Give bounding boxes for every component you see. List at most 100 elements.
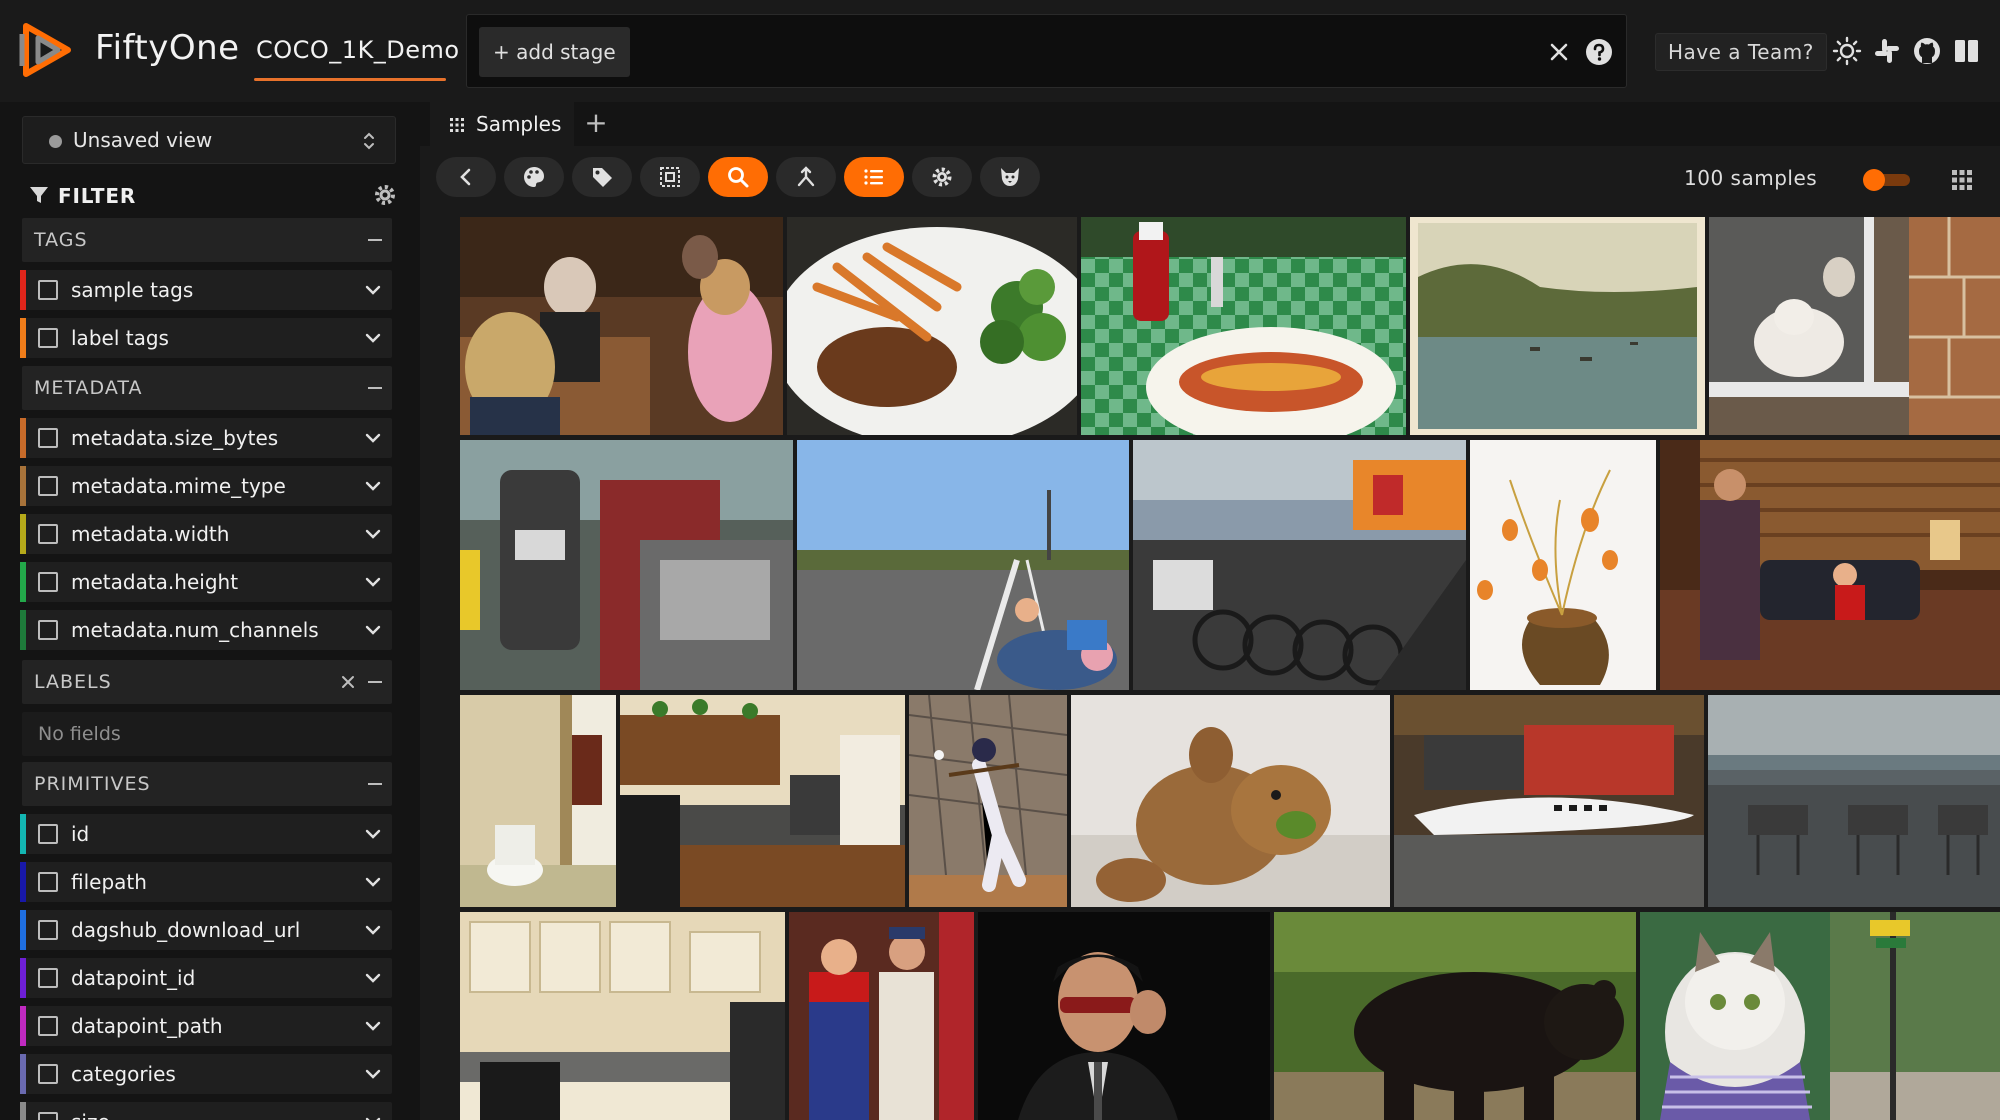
collapse-icon[interactable] (368, 681, 382, 683)
field-checkbox[interactable] (38, 572, 58, 592)
field-checkbox[interactable] (38, 428, 58, 448)
sample-thumbnail[interactable] (1660, 440, 2000, 690)
chevron-down-icon[interactable] (364, 1018, 382, 1032)
field-checkbox[interactable] (38, 524, 58, 544)
chevron-down-icon[interactable] (364, 826, 382, 840)
chevron-down-icon[interactable] (364, 622, 382, 636)
field-row-categories[interactable]: categories (20, 1054, 392, 1094)
github-icon[interactable] (1912, 36, 1942, 66)
tab-samples[interactable]: Samples (430, 102, 574, 146)
sample-thumbnail[interactable] (1640, 912, 2000, 1120)
section-tags[interactable]: TAGS (22, 218, 392, 262)
section-primitives[interactable]: PRIMITIVES (22, 762, 392, 806)
chevron-down-icon[interactable] (364, 282, 382, 296)
chevron-down-icon[interactable] (364, 1114, 382, 1120)
back-button[interactable] (436, 157, 496, 197)
saved-view-selector[interactable]: Unsaved view (22, 116, 396, 164)
sample-thumbnail[interactable] (1708, 695, 2000, 907)
sample-thumbnail[interactable] (1394, 695, 1704, 907)
sample-thumbnail[interactable] (460, 695, 616, 907)
clear-view-icon[interactable] (1544, 37, 1574, 67)
sample-thumbnail[interactable] (1081, 217, 1406, 435)
sample-thumbnail[interactable] (460, 912, 785, 1120)
collapse-icon[interactable] (368, 387, 382, 389)
field-checkbox[interactable] (38, 968, 58, 988)
view-bar[interactable]: + add stage (466, 14, 1627, 88)
fiftyone-logo-icon[interactable] (18, 20, 76, 80)
chevron-down-icon[interactable] (364, 922, 382, 936)
sample-thumbnail[interactable] (1274, 912, 1636, 1120)
selection-button[interactable] (640, 157, 700, 197)
color-scheme-button[interactable] (504, 157, 564, 197)
settings-button[interactable] (912, 157, 972, 197)
field-row-metadata-mime-type[interactable]: metadata.mime_type (20, 466, 392, 506)
section-metadata[interactable]: METADATA (22, 366, 392, 410)
sample-thumbnail[interactable] (789, 912, 974, 1120)
field-checkbox[interactable] (38, 1112, 58, 1120)
field-row-metadata-num-channels[interactable]: metadata.num_channels (20, 610, 392, 650)
sample-thumbnail[interactable] (978, 912, 1270, 1120)
field-checkbox[interactable] (38, 920, 58, 940)
field-row-metadata-size-bytes[interactable]: metadata.size_bytes (20, 418, 392, 458)
sample-thumbnail[interactable] (1470, 440, 1656, 690)
sort-list-button[interactable] (844, 157, 904, 197)
close-icon[interactable] (340, 674, 356, 690)
add-panel-button[interactable]: + (580, 108, 612, 140)
sun-icon[interactable] (1832, 36, 1862, 66)
field-checkbox[interactable] (38, 476, 58, 496)
field-checkbox[interactable] (38, 280, 58, 300)
field-checkbox[interactable] (38, 824, 58, 844)
field-checkbox[interactable] (38, 620, 58, 640)
gear-icon[interactable] (372, 182, 398, 208)
field-row-dagshub-download-url[interactable]: dagshub_download_url (20, 910, 392, 950)
field-checkbox[interactable] (38, 872, 58, 892)
field-row-sample-tags[interactable]: sample tags (20, 270, 392, 310)
sample-thumbnail[interactable] (909, 695, 1067, 907)
chevron-down-icon[interactable] (364, 478, 382, 492)
sample-thumbnail[interactable] (797, 440, 1129, 690)
have-a-team-button[interactable]: Have a Team? (1655, 33, 1827, 71)
field-checkbox[interactable] (38, 1016, 58, 1036)
collapse-icon[interactable] (368, 239, 382, 241)
sample-thumbnail[interactable] (620, 695, 905, 907)
chevron-down-icon[interactable] (364, 970, 382, 984)
field-row-id[interactable]: id (20, 814, 392, 854)
operator-browser-button[interactable] (980, 157, 1040, 197)
collapse-icon[interactable] (368, 783, 382, 785)
help-icon[interactable] (1584, 37, 1614, 67)
field-row-datapoint-id[interactable]: datapoint_id (20, 958, 392, 998)
grid-layout-icon[interactable] (1952, 170, 1972, 190)
field-row-metadata-width[interactable]: metadata.width (20, 514, 392, 554)
media-toggle[interactable] (1858, 168, 1912, 192)
field-checkbox[interactable] (38, 328, 58, 348)
patches-button[interactable] (776, 157, 836, 197)
chevron-down-icon[interactable] (364, 874, 382, 888)
sample-grid[interactable] (440, 217, 2000, 1120)
field-row-datapoint-path[interactable]: datapoint_path (20, 1006, 392, 1046)
tag-button[interactable] (572, 157, 632, 197)
sample-thumbnail[interactable] (1410, 217, 1705, 435)
field-row-filepath[interactable]: filepath (20, 862, 392, 902)
sample-thumbnail[interactable] (460, 440, 793, 690)
field-row-label-tags[interactable]: label tags (20, 318, 392, 358)
add-stage-button[interactable]: + add stage (479, 27, 630, 77)
sample-thumbnail[interactable] (1133, 440, 1466, 690)
chevron-down-icon[interactable] (364, 430, 382, 444)
chevron-down-icon[interactable] (364, 330, 382, 344)
docs-book-icon[interactable] (1952, 36, 1982, 66)
slack-icon[interactable] (1872, 36, 1902, 66)
sample-thumbnail[interactable] (787, 217, 1077, 435)
field-color-bar (20, 466, 26, 506)
field-checkbox[interactable] (38, 1064, 58, 1084)
dataset-selector[interactable]: COCO_1K_Demo (256, 36, 460, 64)
chevron-down-icon[interactable] (364, 526, 382, 540)
section-labels[interactable]: LABELS (22, 660, 392, 704)
sample-thumbnail[interactable] (460, 217, 783, 435)
chevron-down-icon[interactable] (364, 1066, 382, 1080)
chevron-down-icon[interactable] (364, 574, 382, 588)
sample-thumbnail[interactable] (1709, 217, 2000, 435)
similarity-search-button[interactable] (708, 157, 768, 197)
sample-thumbnail[interactable] (1071, 695, 1390, 907)
field-row-metadata-height[interactable]: metadata.height (20, 562, 392, 602)
field-row-size[interactable]: size (20, 1102, 392, 1120)
